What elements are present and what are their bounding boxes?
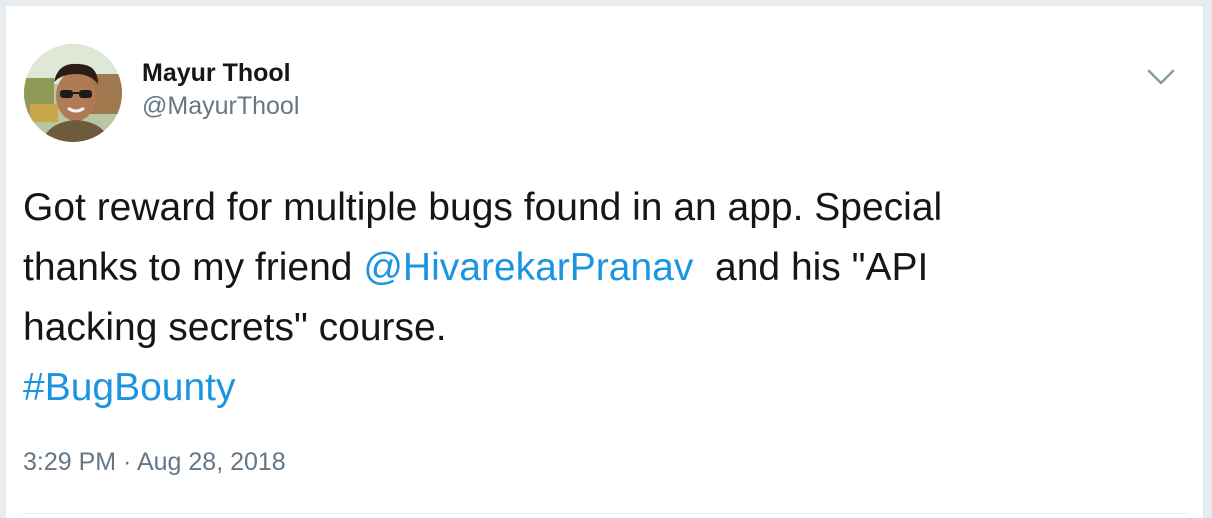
- tweet-text-line-2-prefix: thanks to my friend: [23, 246, 364, 289]
- divider: [23, 513, 1186, 514]
- tweet-text-line-1: Got reward for multiple bugs found in an…: [23, 186, 943, 229]
- tweet-card: Mayur Thool @MayurThool Got reward for m…: [5, 5, 1204, 518]
- hashtag-link[interactable]: #BugBounty: [23, 366, 236, 409]
- tweet-text: Got reward for multiple bugs found in an…: [23, 178, 1173, 418]
- avatar[interactable]: [24, 44, 122, 142]
- author-block[interactable]: Mayur Thool @MayurThool: [142, 58, 299, 122]
- author-display-name[interactable]: Mayur Thool: [142, 58, 299, 88]
- tweet-text-line-3: hacking secrets" course.: [23, 306, 447, 349]
- tweet-text-line-2-suffix: and his "API: [693, 246, 929, 289]
- tweet-time[interactable]: 3:29 PM: [23, 448, 116, 476]
- tweet-timestamp[interactable]: 3:29 PM · Aug 28, 2018: [23, 446, 286, 478]
- timestamp-separator: ·: [116, 448, 137, 476]
- chevron-down-icon: [1147, 69, 1175, 85]
- mention-link[interactable]: @HivarekarPranav: [363, 246, 693, 289]
- avatar-photo: [24, 44, 122, 142]
- tweet-menu-button[interactable]: [1143, 62, 1179, 92]
- tweet-date[interactable]: Aug 28, 2018: [137, 448, 286, 476]
- author-handle[interactable]: @MayurThool: [142, 90, 299, 122]
